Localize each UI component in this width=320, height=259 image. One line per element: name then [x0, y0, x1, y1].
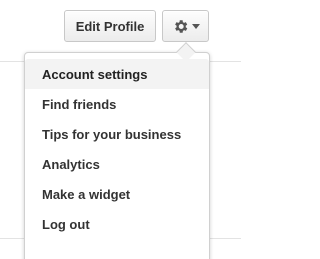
- caret-down-icon: [191, 24, 200, 29]
- edit-profile-label: Edit Profile: [75, 18, 145, 34]
- settings-menu-button[interactable]: [162, 10, 209, 42]
- gear-icon: [172, 18, 189, 35]
- menu-item-label: Analytics: [42, 156, 100, 172]
- menu-item-label: Make a widget: [42, 186, 131, 202]
- edit-profile-button[interactable]: Edit Profile: [64, 10, 156, 42]
- menu-item-account-settings[interactable]: Account settings: [25, 59, 209, 89]
- menu-item-log-out[interactable]: Log out: [25, 209, 209, 239]
- menu-item-label: Tips for your business: [42, 126, 182, 142]
- menu-item-analytics[interactable]: Analytics: [25, 149, 209, 179]
- menu-list: Account settings Find friends Tips for y…: [25, 53, 209, 239]
- settings-dropdown-menu: Account settings Find friends Tips for y…: [24, 42, 210, 259]
- menu-item-make-widget[interactable]: Make a widget: [25, 179, 209, 209]
- page: Edit Profile Account settings Find frien…: [0, 0, 241, 259]
- menu-item-find-friends[interactable]: Find friends: [25, 89, 209, 119]
- menu-item-tips-for-business[interactable]: Tips for your business: [25, 119, 209, 149]
- menu-item-label: Account settings: [42, 66, 148, 82]
- menu-item-label: Find friends: [42, 96, 117, 112]
- menu-item-label: Log out: [42, 216, 90, 232]
